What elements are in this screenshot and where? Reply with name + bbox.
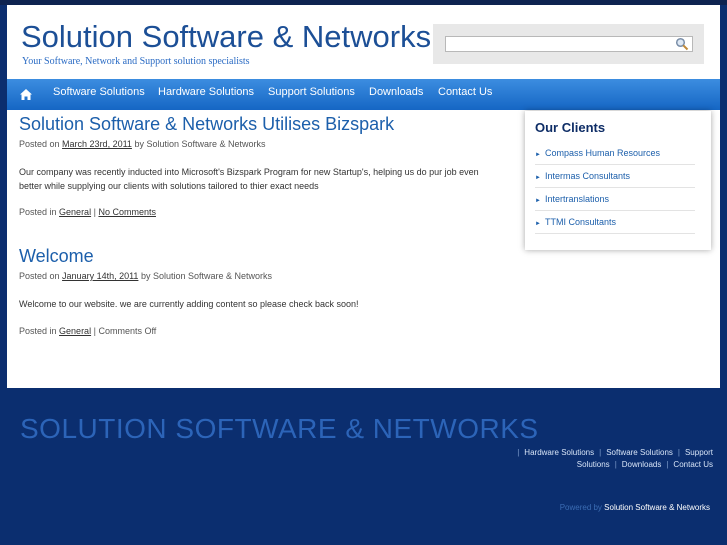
post-body: Welcome to our website. we are currently… (19, 299, 359, 309)
powered-label: Powered by (559, 503, 602, 512)
footer-link-hardware[interactable]: Hardware Solutions (524, 448, 594, 457)
triangle-right-icon: ► (535, 175, 541, 181)
triangle-right-icon: ► (535, 152, 541, 158)
separator: | (599, 448, 602, 457)
nav-contact-us[interactable]: Contact Us (438, 86, 492, 98)
site-tagline: Your Software, Network and Support solut… (22, 56, 250, 67)
footer-link-software[interactable]: Software Solutions (606, 448, 673, 457)
separator: | (677, 448, 680, 457)
footer-link-downloads[interactable]: Downloads (622, 460, 662, 469)
header: Solution Software & Networks Your Softwa… (7, 5, 720, 79)
footer-link-contact[interactable]: Contact Us (673, 460, 713, 469)
footer-title: SOLUTION SOFTWARE & NETWORKS (20, 413, 539, 444)
post-meta: Posted on March 23rd, 2011 by Solution S… (19, 139, 266, 149)
separator: | (517, 448, 520, 457)
client-link[interactable]: ► TTMI Consultants (535, 211, 695, 234)
search-input[interactable] (445, 36, 693, 52)
post-author: by Solution Software & Networks (134, 139, 266, 149)
category-link[interactable]: General (59, 326, 91, 336)
client-link[interactable]: ► Intertranslations (535, 188, 695, 211)
post-footer: Posted in General | No Comments (19, 207, 156, 217)
nav-hardware-solutions[interactable]: Hardware Solutions (158, 86, 254, 98)
client-link[interactable]: ► Intermas Consultants (535, 165, 695, 188)
comments-status: Comments Off (98, 326, 157, 336)
client-label[interactable]: Compass Human Resources (545, 148, 660, 158)
posted-on-label: Posted on (19, 271, 60, 281)
post-author: by Solution Software & Networks (140, 271, 273, 281)
widget-title: Our Clients (535, 120, 606, 135)
post-title[interactable]: Welcome (19, 246, 94, 267)
page-container: Solution Software & Networks Your Softwa… (7, 5, 720, 388)
separator: | (93, 326, 96, 336)
post-date-link[interactable]: January 14th, 2011 (62, 271, 138, 281)
client-label[interactable]: Intermas Consultants (545, 171, 630, 181)
separator: | (614, 460, 617, 469)
post-body: Our company was recently inducted into M… (19, 167, 479, 191)
footer-nav: | Hardware Solutions | Software Solutions | S… (478, 447, 713, 471)
separator: | (93, 207, 96, 217)
post-title[interactable]: Solution Software & Networks Utilises Bi… (19, 114, 394, 135)
powered-link[interactable]: Solution Software & Networks (604, 503, 710, 512)
posted-on-label: Posted on (19, 139, 60, 149)
nav-support-solutions[interactable]: Support Solutions (268, 86, 355, 98)
post-meta: Posted on January 14th, 2011 by Solution… (19, 271, 272, 281)
main-nav: Software Solutions Hardware Solutions Su… (7, 79, 720, 110)
site-title[interactable]: Solution Software & Networks (21, 19, 431, 55)
home-icon[interactable] (19, 88, 33, 101)
nav-software-solutions[interactable]: Software Solutions (53, 86, 145, 98)
client-link[interactable]: ► Compass Human Resources (535, 142, 695, 165)
posted-in-label: Posted in (19, 326, 57, 336)
client-label[interactable]: Intertranslations (545, 194, 609, 204)
posted-in-label: Posted in (19, 207, 57, 217)
nav-downloads[interactable]: Downloads (369, 86, 423, 98)
post-date-link[interactable]: March 23rd, 2011 (62, 139, 132, 149)
powered-by: Powered by Solution Software & Networks (560, 503, 710, 512)
search-icon[interactable] (675, 37, 689, 51)
triangle-right-icon: ► (535, 198, 541, 204)
client-label[interactable]: TTMI Consultants (545, 217, 616, 227)
triangle-right-icon: ► (535, 221, 541, 227)
category-link[interactable]: General (59, 207, 91, 217)
clients-widget: Our Clients ► Compass Human Resources ► In… (525, 111, 711, 250)
separator: | (666, 460, 669, 469)
post-footer: Posted in General | Comments Off (19, 326, 156, 336)
comments-link[interactable]: No Comments (98, 207, 156, 217)
search-box (433, 24, 704, 64)
